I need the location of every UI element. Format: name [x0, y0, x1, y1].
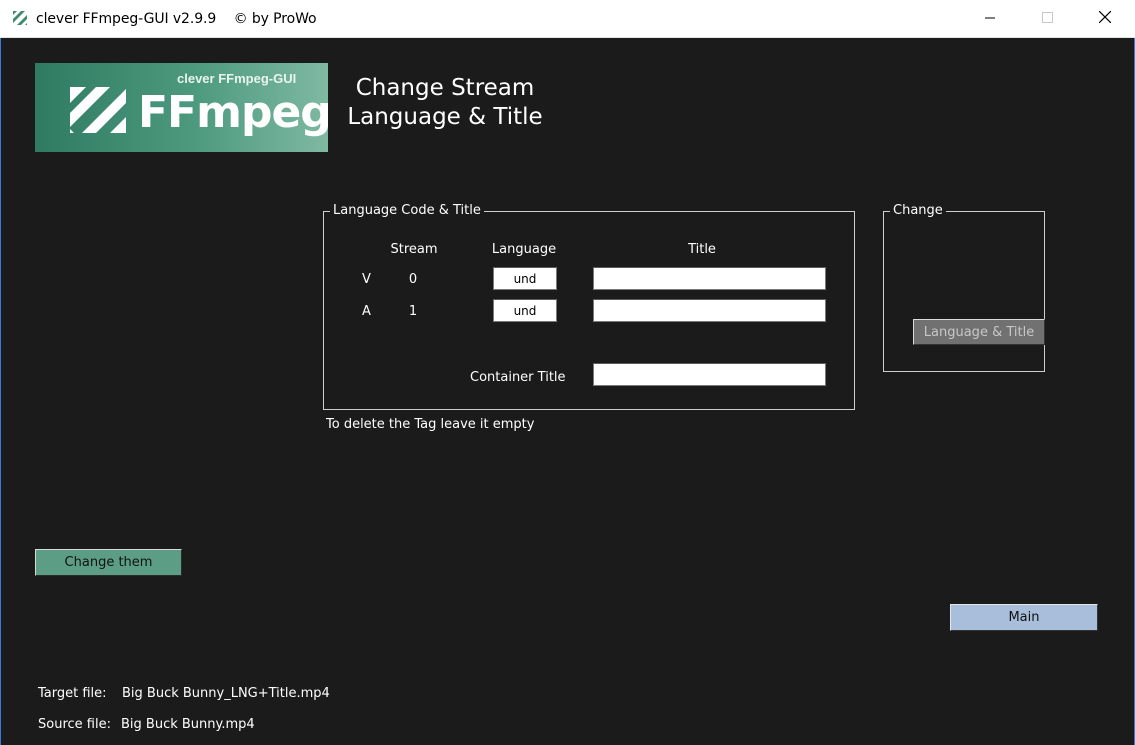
maximize-button[interactable]: [1018, 0, 1076, 38]
stream-type-label: A: [362, 304, 371, 319]
language-title-button[interactable]: Language & Title: [913, 319, 1045, 345]
stream-index-label: 0: [408, 272, 418, 287]
change-group-label: Change: [890, 203, 946, 218]
target-file-label: Target file:: [38, 686, 107, 701]
target-file-row: Target file: Big Buck Bunny_LNG+Title.mp…: [38, 686, 330, 701]
close-icon: [1098, 10, 1112, 28]
ffmpeg-app-icon: [12, 10, 28, 26]
language-code-input[interactable]: und: [493, 267, 557, 290]
main-button[interactable]: Main: [950, 604, 1098, 631]
language-group-label: Language Code & Title: [330, 203, 484, 218]
source-file-label: Source file:: [38, 717, 111, 732]
heading-line-1: Change Stream: [355, 75, 535, 101]
ffmpeg-mark-icon: [66, 83, 130, 142]
logo-subtitle: clever FFmpeg-GUI: [177, 71, 297, 86]
container-title-label: Container Title: [470, 370, 566, 385]
source-file-value: Big Buck Bunny.mp4: [121, 717, 255, 732]
stream-title-input[interactable]: [593, 299, 826, 322]
stream-index-label: 1: [408, 304, 418, 319]
column-header-language: Language: [491, 242, 557, 257]
target-file-value: Big Buck Bunny_LNG+Title.mp4: [122, 686, 330, 701]
window-title: clever FFmpeg-GUI v2.9.9 © by ProWo: [36, 11, 317, 27]
change-them-button[interactable]: Change them: [35, 549, 182, 576]
delete-tag-hint: To delete the Tag leave it empty: [326, 417, 535, 432]
language-code-input[interactable]: und: [493, 299, 557, 322]
stream-type-label: V: [362, 272, 371, 287]
logo-wordmark: FFmpeg: [138, 87, 328, 138]
stream-title-input[interactable]: [593, 267, 826, 290]
minimize-button[interactable]: [961, 0, 1019, 38]
source-file-row: Source file: Big Buck Bunny.mp4: [38, 717, 255, 732]
window-border-left: [0, 38, 1, 745]
minimize-icon: [985, 10, 995, 28]
column-header-title: Title: [688, 242, 716, 257]
column-header-stream: Stream: [390, 242, 438, 257]
ffmpeg-logo: clever FFmpeg-GUI FFmpeg: [35, 63, 328, 152]
container-title-input[interactable]: [593, 363, 826, 386]
title-bar: clever FFmpeg-GUI v2.9.9 © by ProWo: [0, 0, 1135, 38]
page-heading: Change Stream Language & Title: [345, 74, 545, 132]
maximize-icon: [1041, 10, 1053, 28]
heading-line-2: Language & Title: [347, 104, 543, 130]
change-group: Change: [883, 203, 1045, 372]
close-button[interactable]: [1076, 0, 1134, 38]
